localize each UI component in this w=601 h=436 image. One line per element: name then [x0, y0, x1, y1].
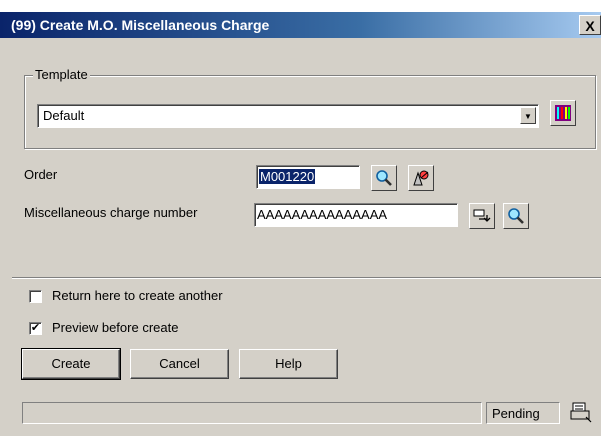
return-here-label[interactable]: Return here to create another: [52, 288, 223, 303]
printer-icon[interactable]: [570, 401, 592, 426]
preview-label[interactable]: Preview before create: [52, 320, 178, 335]
title-bar[interactable]: (99) Create M.O. Miscellaneous Charge X: [0, 12, 601, 38]
dialog-window: (99) Create M.O. Miscellaneous Charge X …: [0, 0, 601, 436]
order-search-button[interactable]: [371, 165, 397, 191]
order-label: Order: [24, 167, 58, 182]
misc-charge-generate-button[interactable]: [469, 203, 495, 229]
window-title: (99) Create M.O. Miscellaneous Charge: [11, 17, 270, 33]
misc-charge-input[interactable]: AAAAAAAAAAAAAAA: [254, 203, 458, 227]
report-grid-icon: [555, 105, 571, 121]
template-legend: Template: [33, 67, 90, 82]
template-select[interactable]: Default ▼: [37, 104, 539, 128]
top-margin: [0, 0, 601, 12]
lookup-icon: [413, 170, 429, 186]
misc-charge-search-button[interactable]: [503, 203, 529, 229]
order-lookup-button[interactable]: [408, 165, 434, 191]
preview-checkbox[interactable]: ✔: [29, 322, 42, 335]
create-button[interactable]: Create: [21, 348, 121, 380]
status-message-panel: [22, 402, 482, 424]
magnifier-icon: [376, 170, 392, 186]
order-value: M001220: [259, 169, 316, 184]
close-button[interactable]: X: [579, 15, 601, 35]
status-state-panel: Pending: [486, 402, 560, 424]
next-number-icon: [473, 209, 491, 222]
help-button[interactable]: Help: [239, 349, 338, 379]
chevron-down-icon[interactable]: ▼: [520, 107, 536, 124]
order-input[interactable]: M001220: [256, 165, 360, 189]
misc-charge-label: Miscellaneous charge number: [24, 205, 198, 220]
separator-line: [12, 277, 601, 279]
template-options-button[interactable]: [550, 100, 576, 126]
template-group: Template Default ▼: [24, 67, 596, 149]
template-selected-value: Default: [43, 108, 85, 123]
cancel-button[interactable]: Cancel: [130, 349, 229, 379]
magnifier-icon: [508, 208, 524, 224]
return-here-checkbox[interactable]: [29, 290, 42, 303]
